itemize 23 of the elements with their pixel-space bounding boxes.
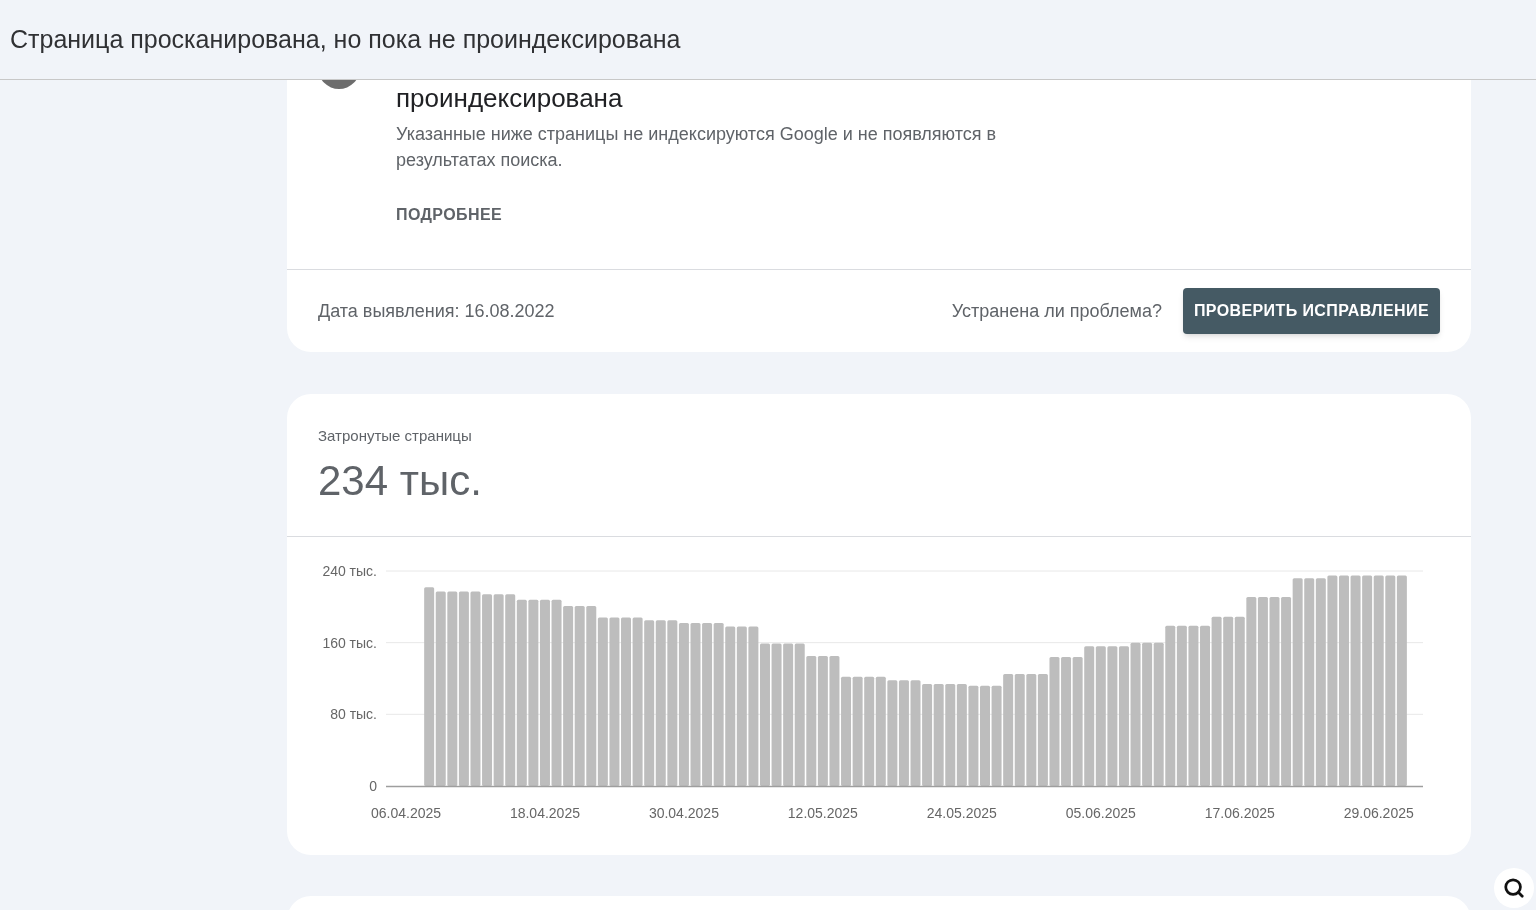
axis-label: 30.04.2025	[648, 805, 719, 821]
metric-value: 234 тыс.	[318, 455, 483, 506]
axis-label: 240 тыс.	[322, 563, 377, 579]
axis-label: 05.06.2025	[1065, 805, 1136, 821]
detection-date: Дата выявления: 16.08.2022	[318, 299, 555, 323]
issue-description: Указанные ниже страницы не индексируются Google и не появляются в результатах поиска.	[396, 123, 998, 172]
axis-label: 06.04.2025	[370, 805, 442, 821]
axis-label: 17.06.2025	[1204, 805, 1275, 821]
search-button[interactable]	[1494, 868, 1534, 908]
validate-fix-button[interactable]: ПРОВЕРИТЬ ИСПРАВЛЕНИЕ	[1182, 288, 1440, 334]
learn-more-link[interactable]: ПОДРОБНЕЕ	[396, 203, 503, 227]
metric-label: Затронутые страницы	[318, 426, 473, 446]
axis-label: 12.05.2025	[787, 805, 858, 821]
axis-label: 24.05.2025	[926, 805, 997, 821]
axis-label: 29.06.2025	[1343, 805, 1414, 821]
search-icon	[1503, 877, 1525, 899]
axis-label: 80 тыс.	[330, 706, 377, 723]
axis-label: 0	[369, 778, 377, 794]
fixed-question: Устранена ли проблема?	[951, 299, 1162, 323]
issue-title: проиндексирована	[396, 82, 624, 114]
axis-label: 18.04.2025	[509, 805, 580, 821]
page-title: Страница просканирована, но пока не проиндексирована	[10, 23, 681, 55]
axis-label: 160 тыс.	[322, 634, 377, 651]
